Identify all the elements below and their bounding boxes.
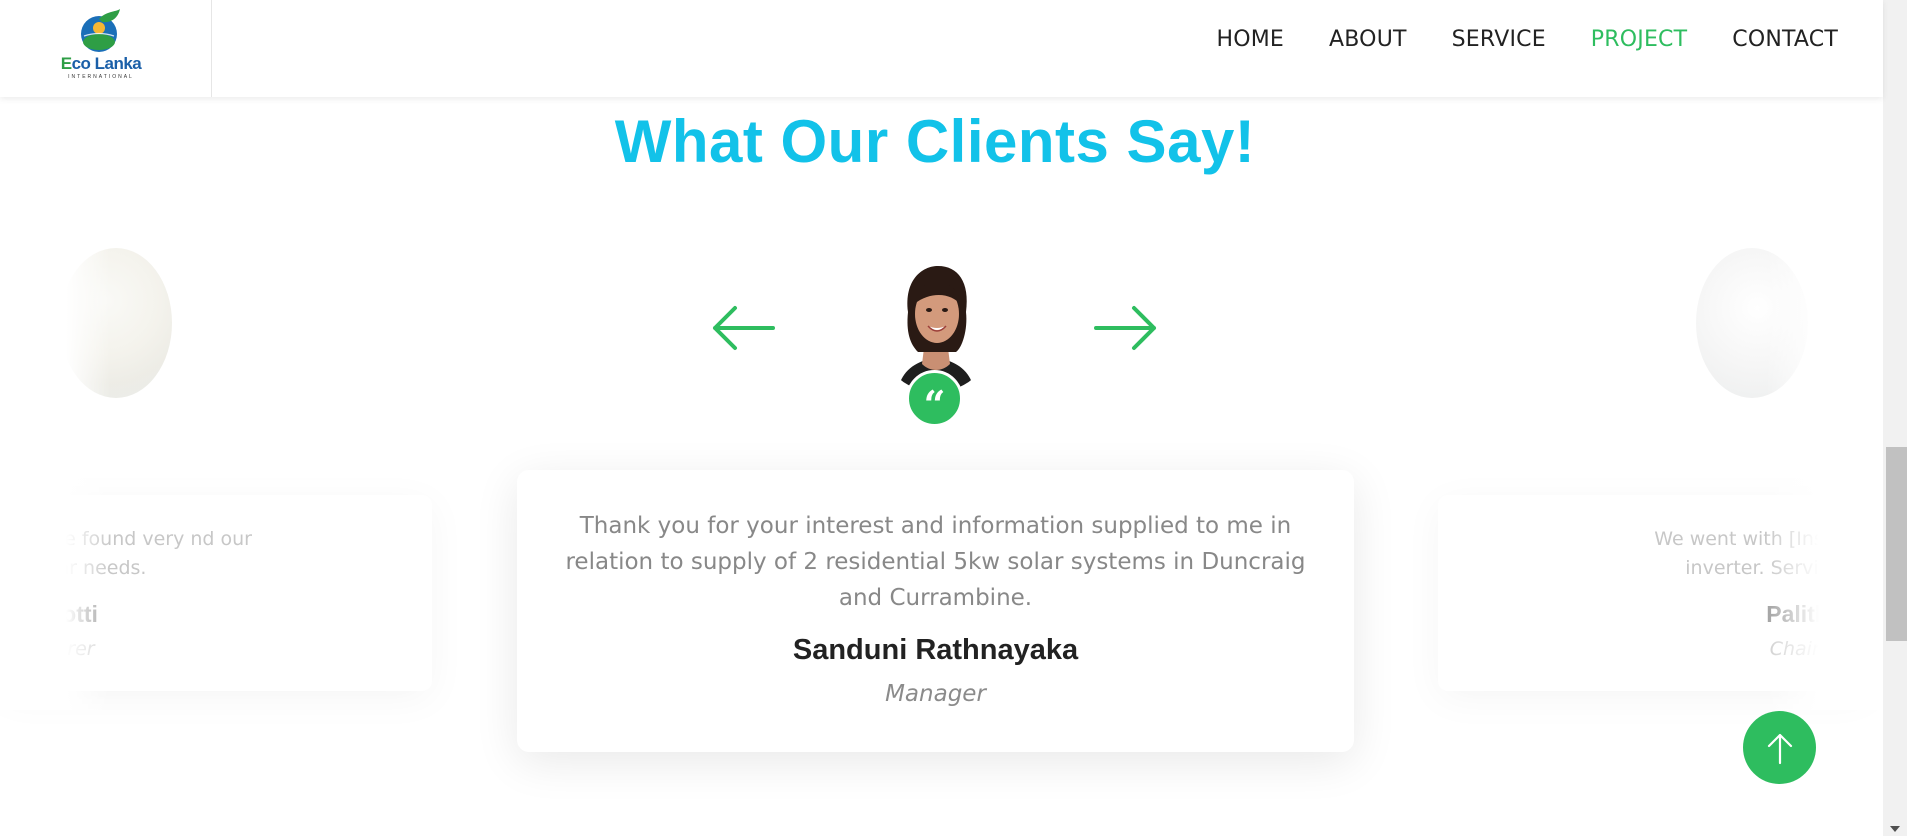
site-header: Eco Lanka INTERNATIONAL HOME ABOUT SERVI…: [0, 0, 1883, 97]
section-title: What Our Clients Say!: [614, 108, 1256, 175]
carousel-prev-button[interactable]: [711, 303, 775, 353]
nav-contact[interactable]: CONTACT: [1732, 26, 1838, 54]
testimonial-role: Manager: [885, 681, 986, 707]
logo-container[interactable]: Eco Lanka INTERNATIONAL: [0, 0, 212, 97]
carousel-fade-right: [1766, 230, 1883, 710]
brand-subtitle: INTERNATIONAL: [68, 74, 134, 80]
testimonial-card: Thank you for your interest and informat…: [517, 470, 1354, 752]
carousel-fade-left: [0, 230, 110, 710]
scroll-down-icon[interactable]: [1890, 826, 1900, 832]
back-to-top-button[interactable]: [1743, 711, 1816, 784]
globe-logo-icon: [81, 9, 120, 52]
arrow-right-icon: [1094, 306, 1156, 350]
eco-lanka-logo[interactable]: Eco Lanka INTERNATIONAL: [54, 7, 144, 80]
arrow-left-icon: [713, 306, 775, 350]
carousel-next-button[interactable]: [1094, 303, 1158, 353]
quote-badge: “: [906, 370, 963, 427]
arrow-up-icon: [1767, 733, 1792, 764]
brand-name: Eco Lanka: [60, 54, 142, 73]
nav-service[interactable]: SERVICE: [1452, 26, 1546, 54]
testimonial-quote: Thank you for your interest and informat…: [565, 513, 1306, 611]
page: Eco Lanka INTERNATIONAL HOME ABOUT SERVI…: [0, 0, 1907, 836]
scrollbar-thumb[interactable]: [1886, 447, 1907, 641]
nav-project[interactable]: PROJECT: [1591, 26, 1687, 54]
nav-about[interactable]: ABOUT: [1329, 26, 1407, 54]
testimonial-name: Sanduni Rathnayaka: [792, 634, 1079, 666]
page-scrollbar[interactable]: [1883, 0, 1907, 836]
main-nav: HOME ABOUT SERVICE PROJECT CONTACT: [1216, 26, 1838, 54]
quote-icon: “: [923, 381, 946, 427]
nav-home[interactable]: HOME: [1216, 26, 1284, 54]
